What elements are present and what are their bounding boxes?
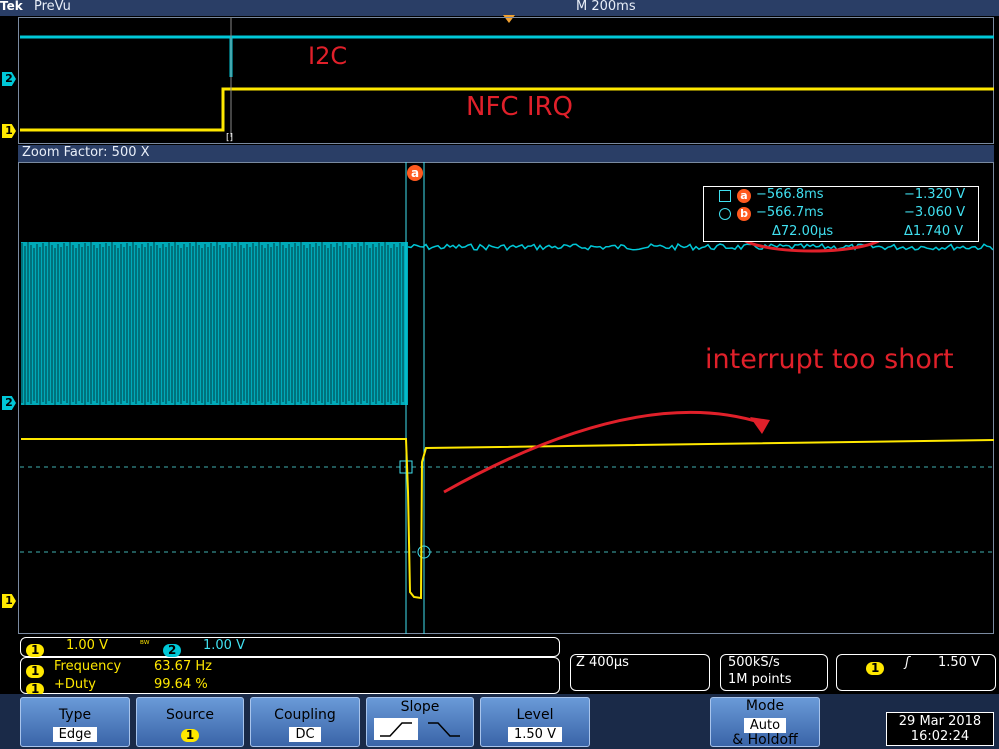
measurement-badge: 1 [26,665,45,678]
trigger-level: 1.50 V [938,655,980,670]
annotation-arrowhead-icon [750,417,770,434]
record-length: 1M points [728,672,792,687]
ch2-badge: 2 [163,644,182,657]
time: 16:02:24 [910,729,970,744]
sample-rate: 500kS/s [728,655,780,670]
zoom-bar [18,145,994,162]
annotation-text: interrupt too short [705,344,954,375]
cursor-b-badge-icon: b [737,207,751,221]
type-value: Edge [52,727,98,742]
coupling-value: DC [289,727,321,742]
zoom-factor-label: Zoom Factor: 500 X [22,145,150,160]
cursor-b-time: −566.7ms [756,205,824,220]
type-title: Type [58,707,92,723]
falling-slope-icon[interactable] [422,718,466,740]
date: 29 Mar 2018 [898,714,982,729]
acquisition-mode: PreVu [34,0,71,14]
ch1-irq-trace [21,438,995,600]
overview-waveforms [20,17,994,137]
cursor-a-square-icon [719,190,731,202]
date-time: 29 Mar 2018 16:02:24 [886,712,994,746]
zoom-time: Z 400µs [576,655,629,670]
slope-button[interactable]: Slope [366,697,474,747]
coupling-title: Coupling [274,707,336,723]
level-button[interactable]: Level 1.50 V [480,697,590,747]
trigger-slope-icon: ʃ [905,655,910,670]
trigger-source-badge: 1 [866,662,885,675]
ch2-scale: 1.00 V [203,638,245,653]
cursor-a-volt: −1.320 V [904,187,966,202]
mode-value: Auto [743,718,787,733]
cursor-a-time: −566.8ms [756,187,824,202]
ch2-idle-trace [407,242,994,252]
mode-title: Mode [745,698,785,714]
zoom-position-icon: [] [226,133,234,143]
cursor-b-volt: −3.060 V [904,205,966,220]
measurement-value: 99.64 % [154,677,208,692]
level-value: 1.50 V [508,727,562,742]
ch1-scale: 1.00 V [66,638,108,653]
ch1-badge: 1 [26,644,45,657]
delta-time: Δ72.00µs [772,224,834,239]
type-button[interactable]: Type Edge [20,697,130,747]
source-title: Source [165,707,215,723]
brand-label: Tek [0,0,23,13]
nfc-irq-label: NFC IRQ [466,92,574,122]
cursor-b-circle-icon [719,208,731,220]
measurement-name: +Duty [54,677,96,692]
status-bar [0,0,999,16]
measurement-name: Frequency [54,659,122,674]
rising-slope-icon[interactable] [374,718,418,740]
i2c-label: I2C [308,42,348,70]
cursor-a-badge-icon: a [737,189,751,203]
annotation-arrow [443,410,766,494]
source-value: 1 [180,729,200,742]
cursor-a-icon[interactable]: a [407,165,423,181]
delta-volt: Δ1.740 V [904,224,964,239]
mode-button[interactable]: Mode Auto & Holdoff [710,697,820,748]
slope-title: Slope [400,699,440,715]
mode-sub: & Holdoff [732,732,798,748]
measurement-value: 63.67 Hz [154,659,212,674]
source-button[interactable]: Source 1 [136,697,244,747]
timebase-readout: M 200ms [576,0,636,14]
bandwidth-icon: ᴮᵂ [140,640,150,650]
level-title: Level [516,707,554,723]
coupling-button[interactable]: Coupling DC [250,697,360,747]
